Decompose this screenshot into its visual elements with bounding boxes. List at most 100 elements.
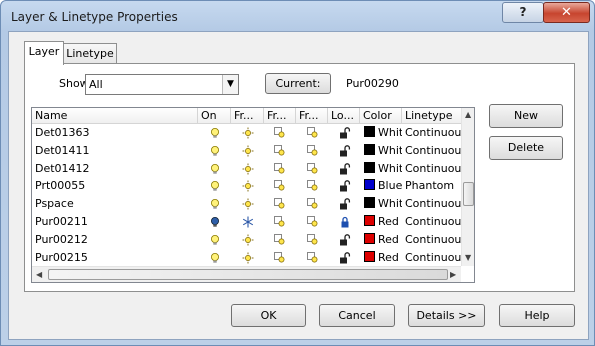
help-icon-button[interactable]: ? xyxy=(502,2,544,23)
layer-color[interactable]: Blue xyxy=(364,177,402,195)
layer-linetype[interactable]: Continuous xyxy=(405,249,462,267)
freeze-current-sun-icon[interactable] xyxy=(274,233,286,246)
window-title: Layer & Linetype Properties xyxy=(11,10,178,24)
freeze-new-sun-icon[interactable] xyxy=(307,251,319,264)
freeze-new-sun-icon[interactable] xyxy=(307,162,319,175)
horizontal-scroll-thumb[interactable] xyxy=(48,269,448,280)
layer-linetype[interactable]: Continuous xyxy=(405,195,462,213)
layer-name: Det01411 xyxy=(35,143,90,157)
vertical-scroll-thumb[interactable] xyxy=(463,182,474,206)
freeze-new-sun-icon[interactable] xyxy=(307,233,319,246)
freeze-current-sun-icon[interactable] xyxy=(274,198,286,210)
freeze-new-sun-icon[interactable] xyxy=(307,180,319,192)
sun-icon[interactable] xyxy=(242,163,254,175)
scroll-right-icon[interactable]: ▶ xyxy=(450,270,456,279)
snowflake-icon[interactable] xyxy=(242,216,254,228)
layer-color[interactable]: Red xyxy=(364,213,402,231)
lightbulb-off-icon[interactable] xyxy=(209,216,221,228)
table-row[interactable]: Pur00212 Red Continuous xyxy=(32,231,462,249)
freeze-new-sun-icon[interactable] xyxy=(307,144,319,157)
title-bar[interactable]: Layer & Linetype Properties ? ✕ xyxy=(1,1,594,31)
tab-layer[interactable]: Layer xyxy=(24,41,64,65)
layer-linetype[interactable]: Continuous xyxy=(405,124,462,142)
layer-color[interactable]: White xyxy=(364,142,402,160)
freeze-current-sun-icon[interactable] xyxy=(274,216,286,228)
layer-color[interactable]: White xyxy=(364,160,402,178)
sun-icon[interactable] xyxy=(242,234,254,246)
col-freeze-new[interactable]: Fr... xyxy=(296,108,328,123)
layer-color[interactable]: White xyxy=(364,195,402,213)
table-row[interactable]: Det01412 WhiteContinuous xyxy=(32,160,462,178)
new-button[interactable]: New xyxy=(489,104,563,128)
layer-list[interactable]: Name On Fr... Fr... Fr... Lo... Color Li… xyxy=(31,107,475,283)
col-name[interactable]: Name xyxy=(32,108,198,123)
lightbulb-on-icon[interactable] xyxy=(209,234,221,246)
freeze-current-sun-icon[interactable] xyxy=(274,180,286,192)
lightbulb-on-icon[interactable] xyxy=(209,145,221,157)
lightbulb-on-icon[interactable] xyxy=(209,163,221,175)
scroll-up-icon[interactable]: ▲ xyxy=(465,110,471,119)
table-row[interactable]: Prt00055 Blue Phantom xyxy=(32,177,462,195)
sun-icon[interactable] xyxy=(242,252,254,264)
padlock-open-icon[interactable] xyxy=(339,144,351,157)
table-row[interactable]: Det01411 WhiteContinuous xyxy=(32,142,462,160)
freeze-current-sun-icon[interactable] xyxy=(274,144,286,157)
layer-color[interactable]: White xyxy=(364,124,402,142)
vertical-scrollbar[interactable]: ▲ ▼ xyxy=(461,108,474,266)
cancel-button[interactable]: Cancel xyxy=(319,304,395,327)
table-row[interactable]: Pur00215 Red Continuous xyxy=(32,249,462,267)
col-linetype[interactable]: Linetype xyxy=(402,108,462,123)
padlock-open-icon[interactable] xyxy=(339,198,351,210)
col-color[interactable]: Color xyxy=(360,108,402,123)
sun-icon[interactable] xyxy=(242,127,254,139)
color-label: Blue xyxy=(378,179,402,193)
lightbulb-on-icon[interactable] xyxy=(209,252,221,264)
freeze-new-sun-icon[interactable] xyxy=(307,198,319,210)
layer-linetype[interactable]: Continuous xyxy=(405,142,462,160)
col-freeze-all[interactable]: Fr... xyxy=(231,108,264,123)
freeze-current-sun-icon[interactable] xyxy=(274,162,286,175)
scroll-down-icon[interactable]: ▼ xyxy=(465,253,471,262)
layer-linetype[interactable]: Continuous xyxy=(405,213,462,231)
horizontal-scrollbar[interactable]: ◀ ▶ xyxy=(32,266,461,282)
lightbulb-on-icon[interactable] xyxy=(209,180,221,192)
padlock-open-icon[interactable] xyxy=(339,180,351,192)
layer-color[interactable]: Red xyxy=(364,249,402,267)
col-lock[interactable]: Lo... xyxy=(328,108,360,123)
chevron-down-icon[interactable]: ▼ xyxy=(222,75,238,94)
tab-linetype[interactable]: Linetype xyxy=(63,43,117,64)
layer-linetype[interactable]: Continuous xyxy=(405,231,462,249)
freeze-current-sun-icon[interactable] xyxy=(274,127,286,139)
col-on[interactable]: On xyxy=(198,108,231,123)
lightbulb-on-icon[interactable] xyxy=(209,198,221,210)
sun-icon[interactable] xyxy=(242,198,254,210)
padlock-open-icon[interactable] xyxy=(339,127,351,139)
layer-linetype[interactable]: Continuous xyxy=(405,160,462,178)
padlock-closed-icon[interactable] xyxy=(339,216,351,228)
freeze-new-sun-icon[interactable] xyxy=(307,127,319,139)
scroll-left-icon[interactable]: ◀ xyxy=(36,270,42,279)
freeze-current-sun-icon[interactable] xyxy=(274,251,286,264)
col-freeze-current[interactable]: Fr... xyxy=(264,108,296,123)
padlock-open-icon[interactable] xyxy=(339,162,351,175)
padlock-open-icon[interactable] xyxy=(339,233,351,246)
padlock-open-icon[interactable] xyxy=(339,251,351,264)
table-row[interactable]: Pspace WhiteContinuous xyxy=(32,195,462,213)
table-row[interactable]: Pur00211 Red Continuous xyxy=(32,213,462,231)
delete-button[interactable]: Delete xyxy=(489,136,563,160)
ok-button[interactable]: OK xyxy=(231,304,306,327)
layer-color[interactable]: Red xyxy=(364,231,402,249)
color-swatch xyxy=(364,161,375,173)
layer-linetype[interactable]: Phantom xyxy=(405,177,462,195)
show-combobox[interactable]: All ▼ xyxy=(85,74,239,95)
lightbulb-on-icon[interactable] xyxy=(209,127,221,139)
table-row[interactable]: Det01363 WhiteContinuous xyxy=(32,124,462,142)
color-swatch xyxy=(364,215,375,226)
freeze-new-sun-icon[interactable] xyxy=(307,216,319,228)
sun-icon[interactable] xyxy=(242,180,254,192)
close-button[interactable]: ✕ xyxy=(543,2,590,23)
details-button[interactable]: Details >> xyxy=(408,304,485,327)
sun-icon[interactable] xyxy=(242,145,254,157)
help-button[interactable]: Help xyxy=(499,304,575,327)
current-button[interactable]: Current: xyxy=(265,73,331,94)
